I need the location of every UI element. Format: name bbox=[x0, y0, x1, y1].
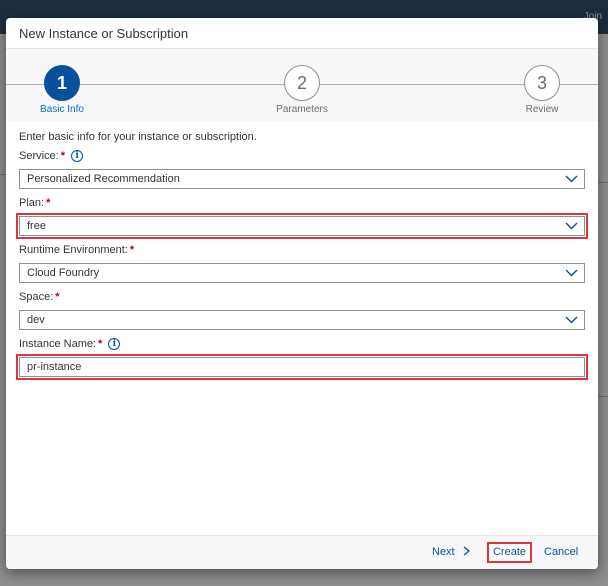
instance-name-label-text: Instance Name: bbox=[19, 338, 97, 350]
space-label: Space: * bbox=[19, 291, 60, 303]
wizard-step-basic-info[interactable]: 1 Basic Info bbox=[22, 65, 102, 115]
next-button[interactable]: Next bbox=[432, 546, 471, 558]
service-label: Service: * i bbox=[19, 150, 84, 162]
plan-value: free bbox=[27, 220, 46, 232]
step-number: 1 bbox=[44, 65, 80, 101]
plan-select[interactable]: free bbox=[16, 213, 588, 239]
next-label: Next bbox=[432, 546, 455, 558]
required-asterisk: * bbox=[46, 197, 51, 209]
step-number: 3 bbox=[524, 65, 560, 101]
service-label-text: Service: bbox=[19, 150, 59, 162]
runtime-select[interactable]: Cloud Foundry bbox=[19, 263, 585, 283]
dialog-footer: Next Create Cancel bbox=[6, 535, 598, 569]
background-divider bbox=[598, 396, 608, 397]
chevron-down-icon bbox=[565, 269, 578, 277]
step-label: Review bbox=[525, 104, 559, 115]
runtime-value: Cloud Foundry bbox=[27, 267, 100, 279]
cancel-button[interactable]: Cancel bbox=[544, 546, 578, 558]
required-asterisk: * bbox=[60, 150, 66, 162]
plan-label: Plan: * bbox=[19, 197, 50, 209]
step-number: 2 bbox=[284, 65, 320, 101]
dialog-header: New Instance or Subscription bbox=[6, 18, 598, 49]
space-label-text: Space: bbox=[19, 291, 54, 303]
space-select[interactable]: dev bbox=[19, 310, 585, 330]
form-intro: Enter basic info for your instance or su… bbox=[19, 131, 257, 143]
plan-label-text: Plan: bbox=[19, 197, 45, 209]
create-button[interactable]: Create bbox=[487, 542, 532, 563]
step-label: Parameters bbox=[276, 104, 328, 115]
info-icon[interactable]: i bbox=[71, 150, 84, 162]
instance-name-input[interactable]: pr-instance bbox=[16, 354, 588, 380]
background-divider bbox=[598, 182, 608, 183]
instance-name-value: pr-instance bbox=[27, 361, 82, 373]
dialog-body: 1 Basic Info 2 Parameters 3 Review Enter… bbox=[6, 49, 598, 535]
runtime-label: Runtime Environment: * bbox=[19, 244, 134, 256]
wizard-step-parameters[interactable]: 2 Parameters bbox=[262, 65, 342, 115]
info-icon[interactable]: i bbox=[108, 338, 121, 350]
new-instance-dialog: New Instance or Subscription 1 Basic Inf… bbox=[6, 18, 598, 569]
required-asterisk: * bbox=[55, 291, 60, 303]
required-asterisk: * bbox=[129, 244, 135, 256]
instance-name-label: Instance Name: * i bbox=[19, 338, 121, 350]
runtime-label-text: Runtime Environment: bbox=[19, 244, 128, 256]
service-value: Personalized Recommendation bbox=[27, 173, 180, 185]
chevron-down-icon bbox=[565, 175, 578, 183]
wizard-step-review[interactable]: 3 Review bbox=[502, 65, 582, 115]
step-label: Basic Info bbox=[40, 104, 84, 115]
service-select[interactable]: Personalized Recommendation bbox=[19, 169, 585, 189]
required-asterisk: * bbox=[98, 338, 103, 350]
dialog-title: New Instance or Subscription bbox=[19, 26, 189, 41]
wizard-progress: 1 Basic Info 2 Parameters 3 Review bbox=[6, 49, 598, 121]
chevron-down-icon bbox=[565, 222, 578, 230]
chevron-down-icon bbox=[565, 316, 578, 324]
space-value: dev bbox=[27, 314, 45, 326]
chevron-right-icon bbox=[463, 546, 470, 556]
